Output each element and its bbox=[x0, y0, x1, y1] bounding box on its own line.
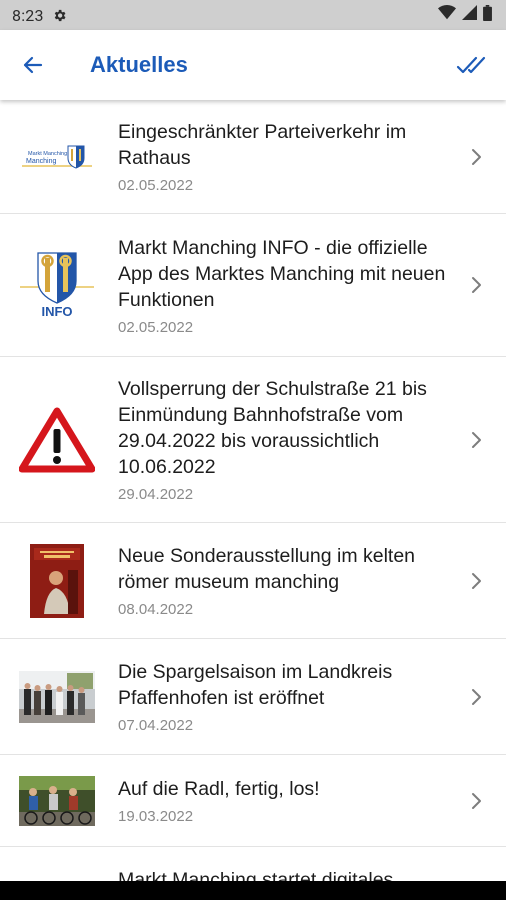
group-photo bbox=[18, 670, 96, 723]
news-title: Die Spargelsaison im Landkreis Pfaffenho… bbox=[118, 661, 393, 709]
settings-gear-icon bbox=[52, 8, 67, 23]
double-check-icon bbox=[456, 56, 486, 74]
news-date: 19.03.2022 bbox=[118, 808, 194, 825]
chevron-right-icon bbox=[468, 430, 484, 450]
news-date: 29.04.2022 bbox=[118, 486, 194, 503]
system-navigation-bar bbox=[0, 881, 506, 900]
chevron-right-icon bbox=[468, 275, 484, 295]
arrow-back-icon bbox=[23, 56, 43, 74]
chevron-right-icon bbox=[468, 147, 484, 167]
news-item[interactable]: Markt Manching Manching Eingeschränkter … bbox=[0, 100, 506, 214]
back-button[interactable] bbox=[0, 30, 66, 100]
status-time: 8:23 bbox=[12, 5, 44, 25]
news-item[interactable]: Neue Sonderausstellung im kelten römer m… bbox=[0, 523, 506, 639]
news-date: 07.04.2022 bbox=[118, 717, 194, 734]
news-item[interactable]: Die Spargelsaison im Landkreis Pfaffenho… bbox=[0, 639, 506, 755]
cyclists-photo bbox=[18, 775, 96, 826]
news-list[interactable]: Markt Manching Manching Eingeschränkter … bbox=[0, 100, 506, 881]
news-date: 02.05.2022 bbox=[118, 177, 194, 194]
logo-text-markt: Markt Manching bbox=[28, 151, 67, 157]
battery-icon bbox=[483, 4, 492, 26]
chevron-right-icon bbox=[468, 791, 484, 811]
warning-sign-icon bbox=[18, 407, 96, 473]
news-item[interactable]: Auf die Radl, fertig, los! 19.03.2022 bbox=[0, 755, 506, 847]
cell-signal-icon bbox=[462, 5, 477, 25]
news-item[interactable]: INFO Markt Manching INFO - die offiziell… bbox=[0, 214, 506, 357]
news-title: Vollsperrung der Schulstraße 21 bis Einm… bbox=[118, 378, 427, 478]
mark-all-read-button[interactable] bbox=[436, 30, 506, 100]
exhibition-poster-photo bbox=[18, 543, 96, 618]
app-bar: Aktuelles bbox=[0, 30, 506, 100]
chevron-right-icon bbox=[468, 571, 484, 591]
status-bar: 8:23 bbox=[0, 0, 506, 30]
page-title: Aktuelles bbox=[90, 52, 188, 77]
news-title: Neue Sonderausstellung im kelten römer m… bbox=[118, 545, 416, 593]
news-item[interactable]: Markt Manching startet digitales bbox=[0, 847, 506, 881]
info-logo-text: INFO bbox=[41, 304, 72, 319]
news-item[interactable]: Vollsperrung der Schulstraße 21 bis Einm… bbox=[0, 357, 506, 523]
news-title: Markt Manching INFO - die offizielle App… bbox=[118, 236, 446, 311]
news-title: Auf die Radl, fertig, los! bbox=[118, 778, 320, 800]
news-date: 08.04.2022 bbox=[118, 601, 194, 618]
logo-text-manching: Manching bbox=[26, 158, 56, 165]
wifi-icon bbox=[438, 5, 456, 25]
markt-manching-logo: Markt Manching Manching bbox=[18, 137, 96, 177]
news-date: 02.05.2022 bbox=[118, 318, 194, 336]
news-title: Markt Manching startet digitales bbox=[118, 869, 394, 881]
chevron-right-icon bbox=[468, 687, 484, 707]
news-title: Eingeschränkter Parteiverkehr im Rathaus bbox=[118, 121, 407, 169]
coat-of-arms-info-logo: INFO bbox=[18, 249, 96, 321]
